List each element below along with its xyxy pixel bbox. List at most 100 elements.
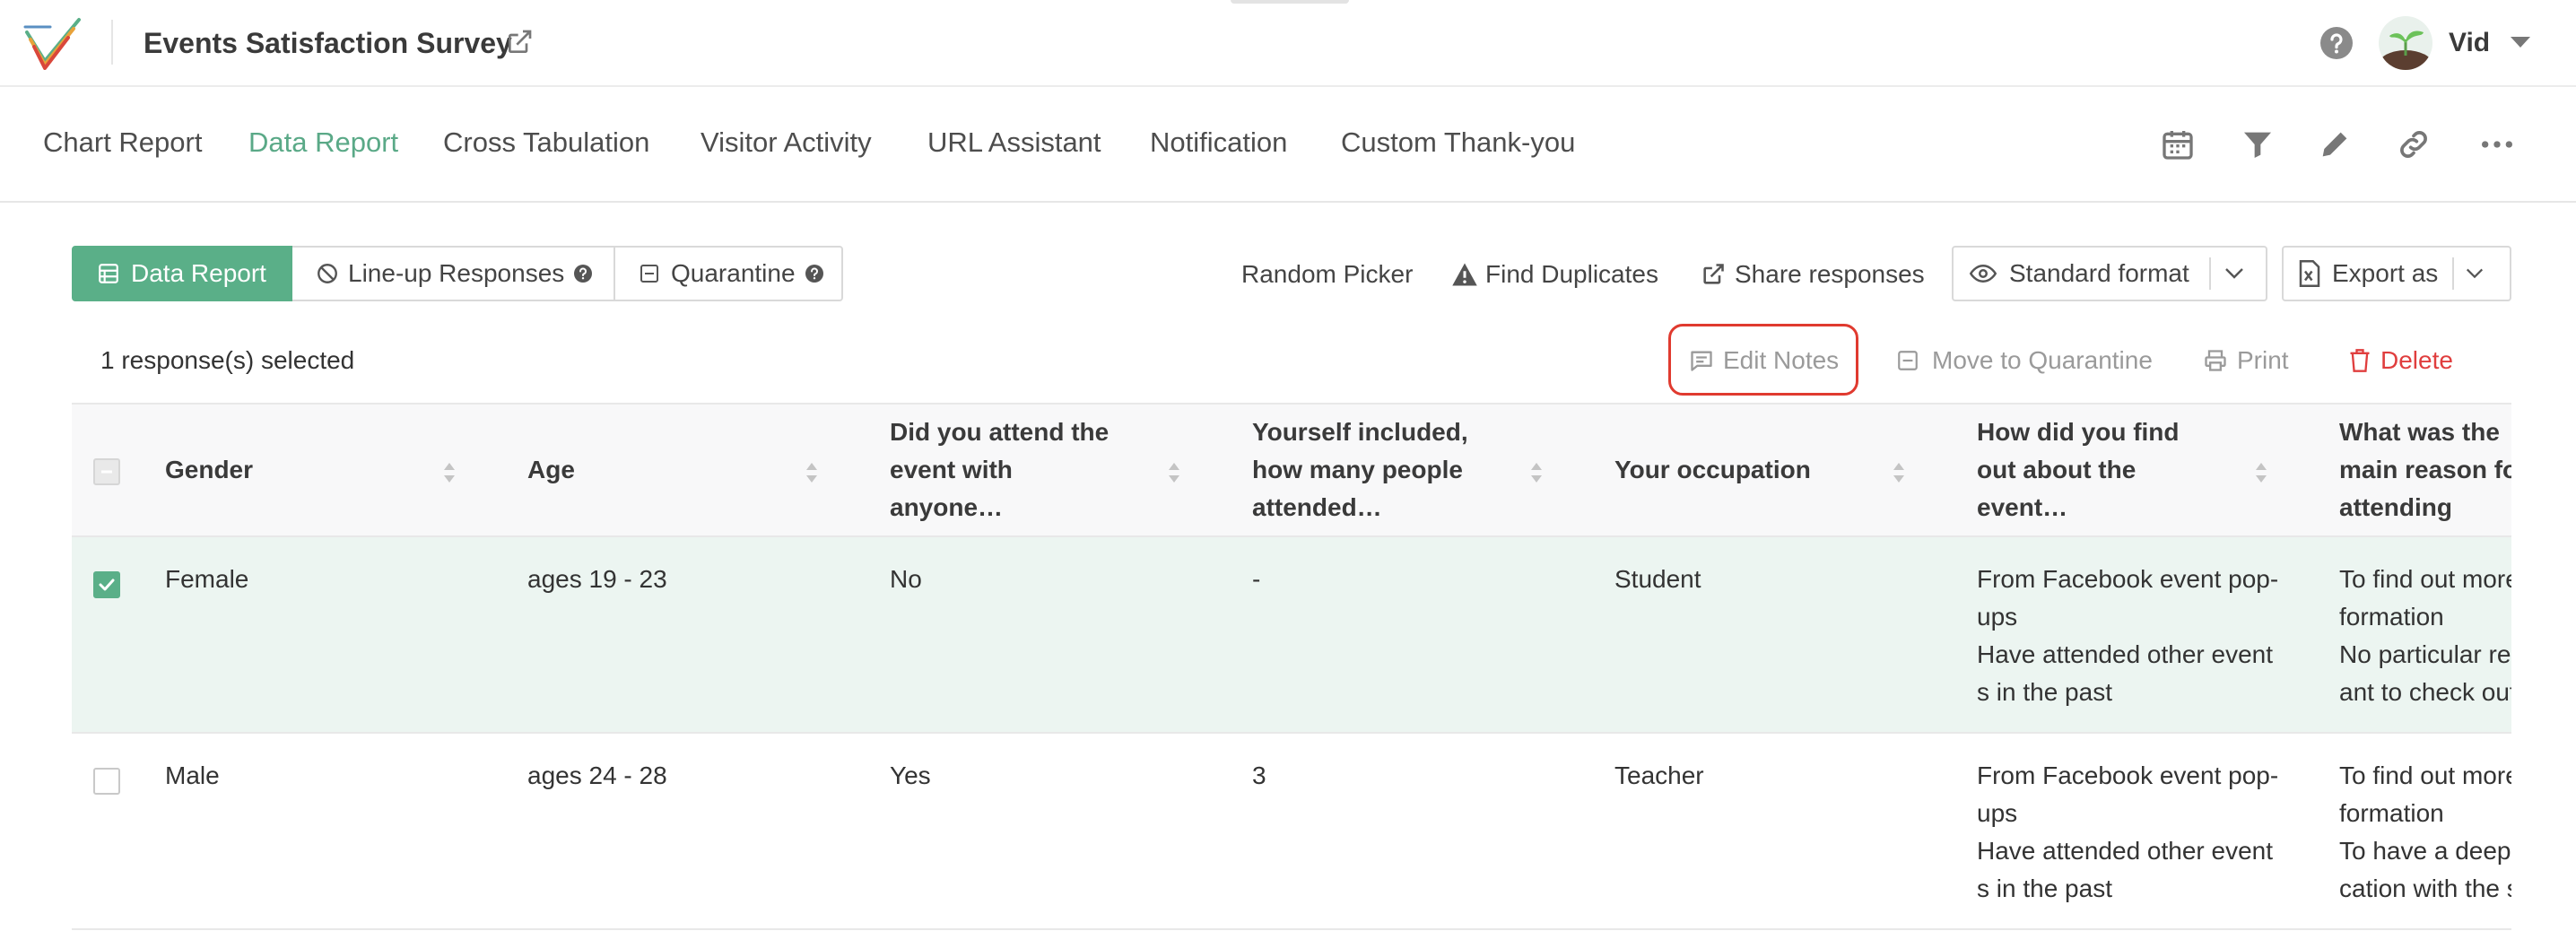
sort-icon[interactable]: [2254, 461, 2268, 484]
column-header-age[interactable]: Age: [527, 405, 752, 535]
external-link-icon[interactable]: [505, 28, 534, 57]
export-as-label: Export as: [2332, 259, 2439, 287]
cell-line: ups: [1977, 603, 2018, 631]
cell-age: ages 19 - 23: [527, 565, 667, 593]
column-header-found-out[interactable]: How did you find out about the event…: [1977, 405, 2201, 535]
row-checkbox[interactable]: [93, 768, 120, 795]
calendar-icon[interactable]: [2160, 126, 2196, 162]
select-all-checkbox[interactable]: [93, 458, 120, 485]
move-to-quarantine-button[interactable]: Move to Quarantine: [1896, 341, 2153, 380]
segment-quarantine[interactable]: Quarantine: [614, 246, 843, 301]
table-row[interactable]: Male ages 24 - 28 Yes 3 Teacher From Fac…: [72, 734, 2511, 930]
cell-line: To find out more in: [2339, 565, 2511, 593]
column-title: Your occupation: [1614, 456, 1811, 483]
random-picker-button[interactable]: Random Picker: [1241, 257, 1413, 292]
edit-notes-label: Edit Notes: [1723, 346, 1840, 374]
column-header-gender[interactable]: Gender: [165, 405, 389, 535]
top-divider: [111, 20, 113, 65]
cell-line: s in the past: [1977, 874, 2112, 902]
cell-line: formation: [2339, 603, 2444, 631]
share-responses-button[interactable]: Share responses: [1701, 257, 1925, 292]
cell-people-attended: 3: [1252, 761, 1266, 789]
edit-notes-button[interactable]: Edit Notes: [1689, 341, 1839, 380]
cell-line: From Facebook event pop-: [1977, 761, 2279, 789]
cell-occupation: Student: [1614, 565, 1701, 593]
help-icon[interactable]: [805, 264, 824, 283]
top-handle: [1231, 0, 1349, 4]
cell-main-reason: To find out more in formation No particu…: [2339, 561, 2511, 711]
tab-custom-thank-you[interactable]: Custom Thank-you: [1341, 125, 1575, 161]
tab-url-assistant[interactable]: URL Assistant: [927, 125, 1101, 161]
sort-icon[interactable]: [1167, 461, 1181, 484]
cell-line: ant to check out: [2339, 678, 2511, 706]
excel-file-icon: [2299, 260, 2320, 287]
cell-people-attended: -: [1252, 565, 1261, 593]
sort-icon[interactable]: [442, 461, 457, 484]
column-header-people-attended[interactable]: Yourself included, how many people atten…: [1252, 405, 1476, 535]
cell-line: To find out more in: [2339, 761, 2511, 789]
selected-count: 1 response(s) selected: [100, 346, 355, 374]
cell-line: To have a deeper communi: [2339, 837, 2511, 865]
cell-line: Have attended other event: [1977, 837, 2274, 865]
table-row[interactable]: Female ages 19 - 23 No - Student From Fa…: [72, 537, 2511, 734]
cell-line: ups: [1977, 799, 2018, 827]
export-as-button[interactable]: Export as: [2282, 246, 2511, 301]
column-title: Age: [527, 456, 575, 483]
segment-data-report[interactable]: Data Report: [72, 246, 294, 301]
sort-icon[interactable]: [805, 461, 819, 484]
cell-found-out: From Facebook event pop- ups Have attend…: [1977, 561, 2278, 711]
column-header-attended-with[interactable]: Did you attend the event with anyone…: [890, 405, 1114, 535]
sort-icon[interactable]: [1529, 461, 1544, 484]
more-icon[interactable]: [2479, 126, 2515, 162]
column-title: Gender: [165, 456, 254, 483]
cell-line: No particular reason, I w: [2339, 640, 2511, 668]
cell-gender: Female: [165, 565, 249, 593]
segment-line-up-responses[interactable]: Line-up Responses: [292, 246, 615, 301]
list-icon: [99, 264, 118, 283]
responses-table: Gender Age Did you attend the event with…: [72, 403, 2511, 931]
survey-title: Events Satisfaction Survey: [144, 27, 512, 59]
delete-button[interactable]: Delete: [2348, 341, 2453, 380]
tab-data-report[interactable]: Data Report: [248, 125, 398, 161]
cell-attended-with: No: [890, 565, 922, 593]
find-duplicates-button[interactable]: Find Duplicates: [1451, 257, 1658, 292]
format-select-value: Standard format: [2009, 259, 2189, 287]
column-title: How did you find out about the event…: [1977, 418, 2180, 521]
select-divider: [2208, 257, 2211, 290]
cell-line: From Facebook event pop-: [1977, 565, 2279, 593]
sort-icon[interactable]: [1892, 461, 1906, 484]
find-duplicates-label: Find Duplicates: [1485, 260, 1658, 288]
tab-cross-tabulation[interactable]: Cross Tabulation: [443, 125, 649, 161]
chevron-down-icon[interactable]: [2509, 34, 2532, 50]
tab-visitor-activity[interactable]: Visitor Activity: [701, 125, 872, 161]
row-checkbox[interactable]: [93, 571, 120, 598]
user-name[interactable]: Vid: [2449, 27, 2490, 59]
select-divider: [2452, 257, 2455, 290]
column-title: Did you attend the event with anyone…: [890, 418, 1110, 521]
link-icon[interactable]: [2396, 126, 2432, 162]
help-icon[interactable]: [2319, 26, 2354, 60]
help-icon[interactable]: [573, 264, 593, 283]
chevron-down-icon: [2467, 268, 2484, 279]
tab-notification[interactable]: Notification: [1150, 125, 1287, 161]
warning-icon: [1452, 263, 1477, 286]
quarantine-icon: [1898, 351, 1918, 370]
app-logo[interactable]: [23, 16, 84, 70]
cell-line: formation: [2339, 799, 2444, 827]
cell-found-out: From Facebook event pop- ups Have attend…: [1977, 757, 2278, 908]
print-button[interactable]: Print: [2203, 341, 2289, 380]
format-select[interactable]: Standard format: [1952, 246, 2267, 301]
move-to-quarantine-label: Move to Quarantine: [1932, 346, 2153, 374]
segment-label: Data Report: [131, 259, 266, 287]
filter-icon[interactable]: [2240, 126, 2276, 162]
segment-label: Quarantine: [671, 259, 796, 287]
cell-line: s in the past: [1977, 678, 2112, 706]
avatar[interactable]: [2379, 16, 2432, 70]
column-header-main-reason[interactable]: What was the main reason for attending: [2339, 405, 2511, 535]
tab-chart-report[interactable]: Chart Report: [43, 125, 202, 161]
ban-icon: [318, 264, 337, 283]
cell-line: Have attended other event: [1977, 640, 2274, 668]
column-header-occupation[interactable]: Your occupation: [1614, 405, 1839, 535]
pencil-icon[interactable]: [2317, 126, 2353, 162]
cell-gender: Male: [165, 761, 220, 789]
